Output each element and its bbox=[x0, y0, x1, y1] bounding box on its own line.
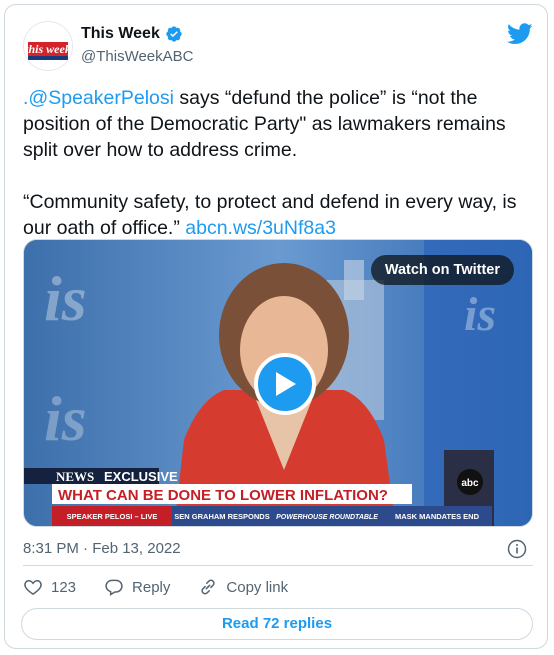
like-count: 123 bbox=[51, 578, 77, 596]
news-chyron: NEWS EXCLUSIVE WHAT CAN BE DONE TO LOWER… bbox=[24, 468, 492, 526]
tweet-timestamp[interactable]: 8:31 PM · Feb 13, 2022 bbox=[23, 540, 181, 557]
copy-link-button[interactable]: Copy link bbox=[198, 577, 288, 597]
chyron-headline: WHAT CAN BE DONE TO LOWER INFLATION? bbox=[58, 487, 388, 504]
avatar-logo-text: this week bbox=[25, 42, 71, 56]
mention-link[interactable]: .@SpeakerPelosi bbox=[23, 87, 174, 109]
article-link[interactable]: abcn.ws/3uNf8a3 bbox=[185, 217, 336, 239]
chyron-network: NEWS bbox=[56, 469, 94, 484]
reply-button[interactable]: Reply bbox=[104, 577, 170, 597]
tweet-card: this week This Week @ThisWeekABC .@Speak… bbox=[4, 4, 548, 649]
chyron-tag: EXCLUSIVE bbox=[104, 469, 178, 484]
ticker-item: POWERHOUSE ROUNDTABLE bbox=[276, 514, 378, 521]
copy-link-label: Copy link bbox=[226, 578, 289, 596]
display-name[interactable]: This Week bbox=[81, 25, 160, 43]
author-handle[interactable]: @ThisWeekABC bbox=[81, 48, 193, 65]
info-icon[interactable] bbox=[507, 539, 527, 559]
like-button[interactable]: 123 bbox=[23, 577, 76, 597]
ticker-item: MASK MANDATES END bbox=[395, 512, 480, 521]
reply-label: Reply bbox=[132, 578, 171, 596]
play-button[interactable] bbox=[254, 353, 316, 415]
ticker-item: SPEAKER PELOSI – LIVE bbox=[67, 512, 158, 521]
heart-icon bbox=[24, 579, 42, 595]
video-player[interactable]: is is is Watch on Twitter NEWS EXCLUSIVE… bbox=[23, 239, 533, 527]
tweet-paragraph-2: “Community safety, to protect and defend… bbox=[23, 189, 533, 241]
link-icon bbox=[201, 579, 215, 595]
avatar[interactable]: this week bbox=[23, 21, 73, 71]
watch-on-twitter-button[interactable]: Watch on Twitter bbox=[370, 255, 514, 285]
svg-text:is: is bbox=[464, 288, 496, 341]
tweet-paragraph-1: .@SpeakerPelosi says “defund the police”… bbox=[23, 85, 533, 163]
author-name-row[interactable]: This Week bbox=[81, 25, 183, 43]
twitter-bird-icon[interactable] bbox=[507, 23, 533, 45]
divider bbox=[23, 565, 533, 566]
svg-text:is: is bbox=[44, 263, 87, 334]
reply-icon bbox=[105, 579, 123, 596]
tweet-text: .@SpeakerPelosi says “defund the police”… bbox=[23, 85, 533, 241]
read-replies-button[interactable]: Read 72 replies bbox=[21, 608, 533, 640]
svg-text:is: is bbox=[44, 383, 87, 454]
verified-badge-icon bbox=[166, 26, 182, 42]
ticker-item: SEN GRAHAM RESPONDS bbox=[174, 512, 269, 521]
play-icon bbox=[276, 372, 296, 396]
action-bar: 123 Reply Copy link bbox=[23, 577, 316, 597]
abc-bug: abc bbox=[461, 478, 479, 489]
